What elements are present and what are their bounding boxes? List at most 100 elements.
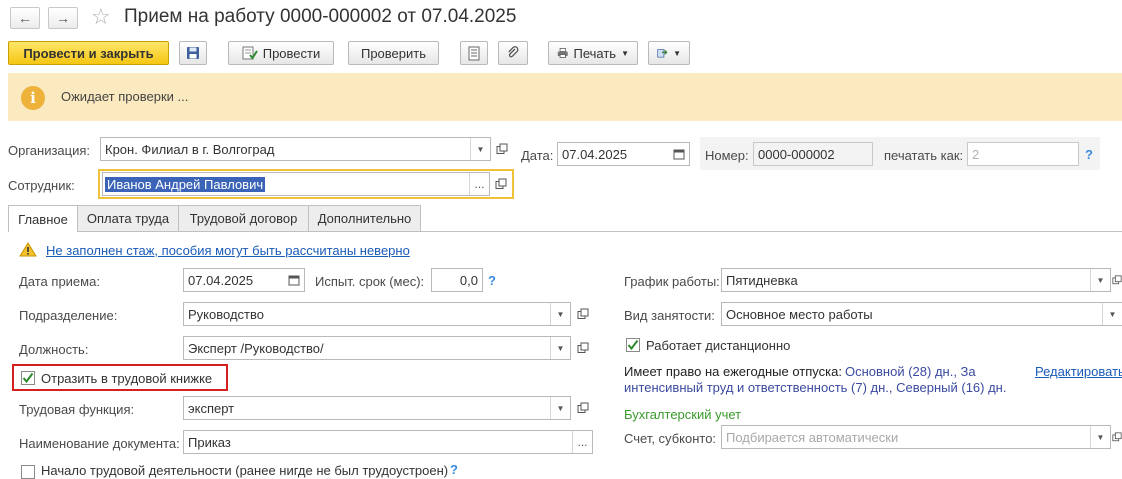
- hire-date-label: Дата приема:: [19, 274, 100, 289]
- warning-icon: [19, 242, 37, 257]
- banner-text: Ожидает проверки ...: [61, 89, 189, 104]
- select-ellipsis-icon[interactable]: ...: [572, 431, 592, 453]
- open-link-icon: [496, 143, 508, 154]
- schedule-field[interactable]: Пятидневка ▼: [721, 268, 1111, 292]
- related-documents-button[interactable]: ▼: [648, 41, 690, 65]
- position-field[interactable]: Эксперт /Руководство/ ▼: [183, 336, 571, 360]
- open-employee-button[interactable]: [491, 172, 511, 196]
- department-value: Руководство: [188, 306, 264, 322]
- chevron-down-icon: ▼: [621, 48, 629, 58]
- save-button[interactable]: [179, 41, 207, 65]
- doc-name-field[interactable]: Приказ ...: [183, 430, 593, 454]
- probation-label: Испыт. срок (мес):: [315, 274, 425, 289]
- tab-main[interactable]: Главное: [8, 205, 78, 232]
- tab-additional-label: Дополнительно: [317, 211, 412, 226]
- workbook-checkbox[interactable]: [21, 371, 35, 385]
- document-journal-button[interactable]: [460, 41, 488, 65]
- open-link-icon: [577, 342, 589, 353]
- printer-icon: [557, 48, 568, 58]
- tab-payment[interactable]: Оплата труда: [77, 205, 179, 231]
- vacation-value-line2: интенсивный труд и ответственность (7) д…: [624, 380, 1007, 395]
- chevron-down-icon[interactable]: ▼: [1102, 303, 1122, 325]
- position-value: Эксперт /Руководство/: [188, 340, 324, 356]
- post-button[interactable]: Провести: [228, 41, 334, 65]
- employment-field[interactable]: Основное место работы ▼: [721, 302, 1122, 326]
- post-and-close-button[interactable]: Провести и закрыть: [8, 41, 169, 65]
- seniority-warning-link[interactable]: Не заполнен стаж, пособия могут быть рас…: [46, 243, 410, 258]
- open-schedule-button[interactable]: [1112, 268, 1122, 292]
- window-title: Прием на работу 0000-000002 от 07.04.202…: [124, 6, 517, 27]
- chevron-down-icon[interactable]: ▼: [1090, 269, 1110, 291]
- print-as-placeholder: 2: [972, 146, 980, 162]
- position-label: Должность:: [19, 342, 89, 357]
- open-labor-function-button[interactable]: [573, 396, 593, 420]
- print-label: Печать: [573, 45, 617, 61]
- labor-function-label: Трудовая функция:: [19, 402, 135, 417]
- remote-checkbox[interactable]: [626, 338, 640, 352]
- open-department-button[interactable]: [573, 302, 593, 326]
- number-field[interactable]: 0000-000002: [753, 142, 873, 166]
- chevron-down-icon[interactable]: ▼: [550, 337, 570, 359]
- open-position-button[interactable]: [573, 336, 593, 360]
- help-icon[interactable]: ?: [488, 273, 496, 288]
- open-organization-button[interactable]: [492, 137, 512, 161]
- probation-field[interactable]: 0,0: [431, 268, 483, 292]
- employee-selection: Иванов Андрей Павлович: [105, 176, 266, 192]
- accounting-section-title: Бухгалтерский учет: [624, 407, 742, 422]
- schedule-label: График работы:: [624, 274, 720, 289]
- chevron-down-icon[interactable]: ▼: [1090, 426, 1110, 448]
- post-label: Провести: [262, 45, 321, 61]
- date-label: Дата:: [521, 148, 554, 163]
- paperclip-icon: [508, 46, 519, 58]
- forward-button[interactable]: →: [48, 7, 78, 29]
- department-field[interactable]: Руководство ▼: [183, 302, 571, 326]
- calendar-icon[interactable]: [669, 143, 689, 165]
- account-field[interactable]: Подбирается автоматически ▼: [721, 425, 1111, 449]
- attach-files-button[interactable]: [498, 41, 528, 65]
- select-ellipsis-icon[interactable]: ...: [469, 173, 489, 195]
- account-placeholder: Подбирается автоматически: [726, 429, 899, 445]
- tab-additional[interactable]: Дополнительно: [308, 205, 421, 231]
- remote-label[interactable]: Работает дистанционно: [646, 338, 790, 353]
- chevron-down-icon[interactable]: ▼: [550, 397, 570, 419]
- check-button[interactable]: Проверить: [348, 41, 439, 65]
- date-field[interactable]: 07.04.2025: [557, 142, 690, 166]
- favorite-star-icon[interactable]: ☆: [91, 4, 111, 30]
- edit-vacation-link[interactable]: Редактировать: [1035, 364, 1122, 379]
- check-label: Проверить: [360, 45, 426, 61]
- tab-labor-contract[interactable]: Трудовой договор: [178, 205, 309, 231]
- doc-name-label: Наименование документа:: [19, 436, 180, 451]
- post-document-icon: [242, 46, 258, 60]
- chevron-down-icon[interactable]: ▼: [550, 303, 570, 325]
- tab-main-label: Главное: [18, 211, 68, 227]
- workbook-label[interactable]: Отразить в трудовой книжке: [41, 371, 212, 386]
- tab-payment-label: Оплата труда: [86, 211, 170, 226]
- chevron-down-icon[interactable]: ▼: [470, 138, 490, 160]
- floppy-disk-icon: [187, 47, 199, 59]
- first-job-checkbox[interactable]: [21, 465, 35, 479]
- labor-function-value: эксперт: [188, 400, 235, 416]
- arrow-left-icon: ←: [18, 10, 32, 26]
- tab-labor-contract-label: Трудовой договор: [189, 211, 298, 226]
- status-banner: i Ожидает проверки ...: [8, 73, 1122, 121]
- vacation-label: Имеет право на ежегодные отпуска:: [624, 364, 842, 379]
- back-button[interactable]: ←: [10, 7, 40, 29]
- employee-field[interactable]: Иванов Андрей Павлович ...: [102, 172, 490, 196]
- organization-field[interactable]: Крон. Филиал в г. Волгоград ▼: [100, 137, 491, 161]
- schedule-value: Пятидневка: [726, 272, 798, 288]
- help-icon[interactable]: ?: [1085, 147, 1093, 162]
- open-link-icon: [577, 402, 589, 413]
- arrow-right-icon: →: [56, 10, 70, 26]
- print-as-field[interactable]: 2: [967, 142, 1079, 166]
- employee-label: Сотрудник:: [8, 178, 75, 193]
- open-account-button[interactable]: [1112, 425, 1122, 449]
- print-dropdown-button[interactable]: Печать ▼: [548, 41, 638, 65]
- employee-value: Иванов Андрей Павлович: [105, 176, 266, 192]
- help-icon[interactable]: ?: [450, 462, 458, 477]
- calendar-icon[interactable]: [284, 269, 304, 291]
- post-and-close-label: Провести и закрыть: [23, 45, 154, 61]
- labor-function-field[interactable]: эксперт ▼: [183, 396, 571, 420]
- checkmark-icon: [627, 339, 639, 351]
- list-document-icon: [468, 46, 480, 60]
- hire-date-field[interactable]: 07.04.2025: [183, 268, 305, 292]
